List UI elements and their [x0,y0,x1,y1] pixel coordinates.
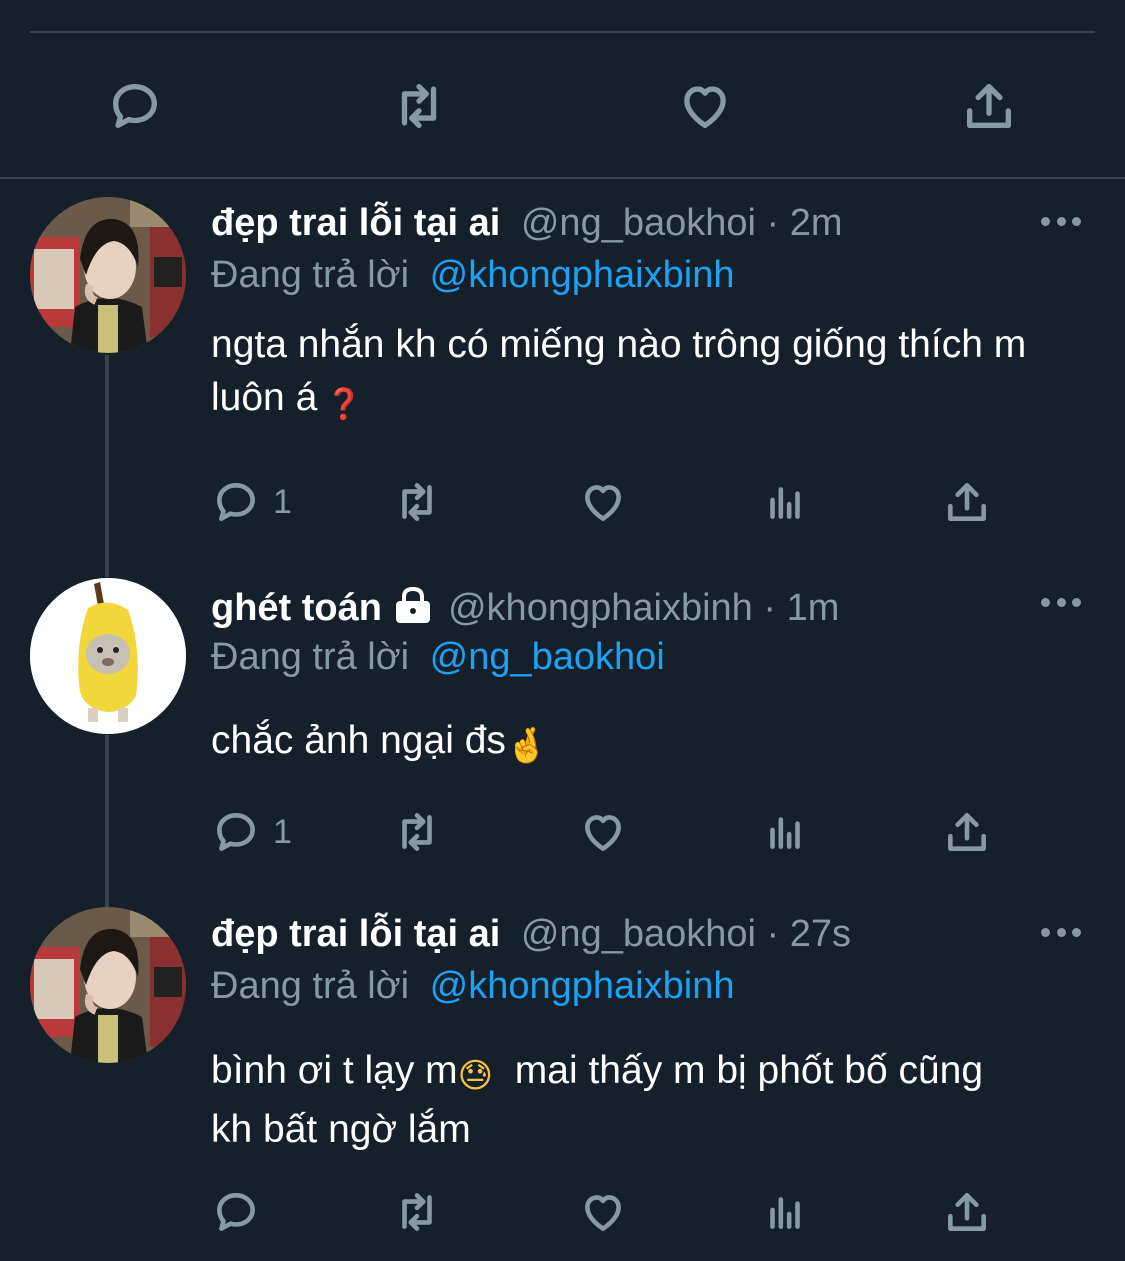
share-icon[interactable] [957,74,1021,138]
retweet-button[interactable] [392,1182,442,1242]
share-button[interactable] [942,1182,992,1242]
main-tweet-action-bar [0,60,1125,152]
replying-to: Đang trả lời @khongphaixbinh [211,250,734,300]
share-icon [948,813,986,851]
tweet-text-content: bình ơi t lạy m [211,1049,458,1092]
like-icon [585,485,621,521]
reply-count: 1 [273,812,292,851]
share-button[interactable] [942,472,992,532]
reply-button[interactable]: 1 [211,802,292,862]
like-button[interactable] [578,472,628,532]
handle[interactable]: @ng_baokhoi [521,913,756,955]
replying-to-handle[interactable]: @khongphaixbinh [430,965,735,1007]
crossed-fingers-emoji: 🤞 [505,727,549,765]
replying-to-label: Đang trả lời [211,254,410,296]
timestamp[interactable]: 2m [790,202,843,244]
retweet-button[interactable] [392,802,442,862]
share-icon [948,1193,986,1231]
sweat-face-emoji: 😓 [457,1057,494,1095]
share-icon [948,483,986,521]
tweet-text: bình ơi t lạy m😓 mai thấy m bị phốt bố c… [211,1044,1031,1156]
analytics-button[interactable] [760,802,810,862]
display-name[interactable]: ghét toán [211,587,382,629]
avatar[interactable] [30,907,186,1063]
like-icon [585,1195,621,1231]
timestamp[interactable]: 1m [787,587,840,629]
display-name[interactable]: đẹp trai lỗi tại ai [211,202,500,244]
reply-button[interactable] [211,1182,273,1242]
analytics-button[interactable] [760,472,810,532]
replying-to-label: Đang trả lời [211,636,410,678]
tweet-action-bar: 1 [0,472,1125,532]
avatar[interactable] [30,578,186,734]
replying-to-label: Đang trả lời [211,965,410,1007]
reply-icon [217,813,255,851]
avatar[interactable] [30,197,186,353]
analytics-icon [770,487,800,519]
retweet-icon [402,483,432,521]
like-icon[interactable] [673,74,737,138]
replying-to: Đang trả lời @ng_baokhoi [211,632,665,682]
reply-count: 1 [273,482,292,521]
reply-icon [217,483,255,521]
separator-dot: · [766,202,780,244]
more-options-icon[interactable] [1041,598,1081,610]
thread-connector [105,355,109,577]
top-divider [30,31,1095,33]
separator-dot: · [766,913,780,955]
like-icon [585,815,621,851]
timestamp[interactable]: 27s [790,913,851,955]
analytics-icon [770,817,800,849]
more-options-icon[interactable] [1041,217,1081,229]
reply-icon [217,1193,255,1231]
analytics-icon [770,1197,800,1229]
tweet-action-bar [0,1182,1125,1242]
tweet-text: chắc ảnh ngại đs🤞 [211,714,1031,773]
like-button[interactable] [578,1182,628,1242]
handle[interactable]: @ng_baokhoi [521,202,756,244]
reply-button[interactable]: 1 [211,472,292,532]
retweet-button[interactable] [392,472,442,532]
separator-dot: · [763,587,777,629]
tweet-header: ghét toán @khongphaixbinh · 1m [211,583,839,633]
more-options-icon[interactable] [1041,928,1081,940]
replying-to-handle[interactable]: @ng_baokhoi [430,636,665,678]
tweet-header: đẹp trai lỗi tại ai @ng_baokhoi · 27s [211,909,851,959]
replying-to-handle[interactable]: @khongphaixbinh [430,254,735,296]
tweet-action-bar: 1 [0,802,1125,862]
tweet-text-content: chắc ảnh ngại đs [211,719,506,762]
replying-to: Đang trả lời @khongphaixbinh [211,961,734,1011]
analytics-button[interactable] [760,1182,810,1242]
retweet-icon [402,813,432,851]
tweet-header: đẹp trai lỗi tại ai @ng_baokhoi · 2m [211,198,843,248]
reply-icon[interactable] [103,74,167,138]
section-divider [0,177,1125,179]
retweet-icon [402,1193,432,1231]
like-button[interactable] [578,802,628,862]
share-button[interactable] [942,802,992,862]
lock-icon [395,586,430,623]
handle[interactable]: @khongphaixbinh [448,587,753,629]
tweet-text: ngta nhắn kh có miếng nào trông giống th… [211,318,1031,431]
question-mark-emoji: ❓ [325,388,363,421]
display-name[interactable]: đẹp trai lỗi tại ai [211,913,500,955]
retweet-icon[interactable] [387,74,451,138]
